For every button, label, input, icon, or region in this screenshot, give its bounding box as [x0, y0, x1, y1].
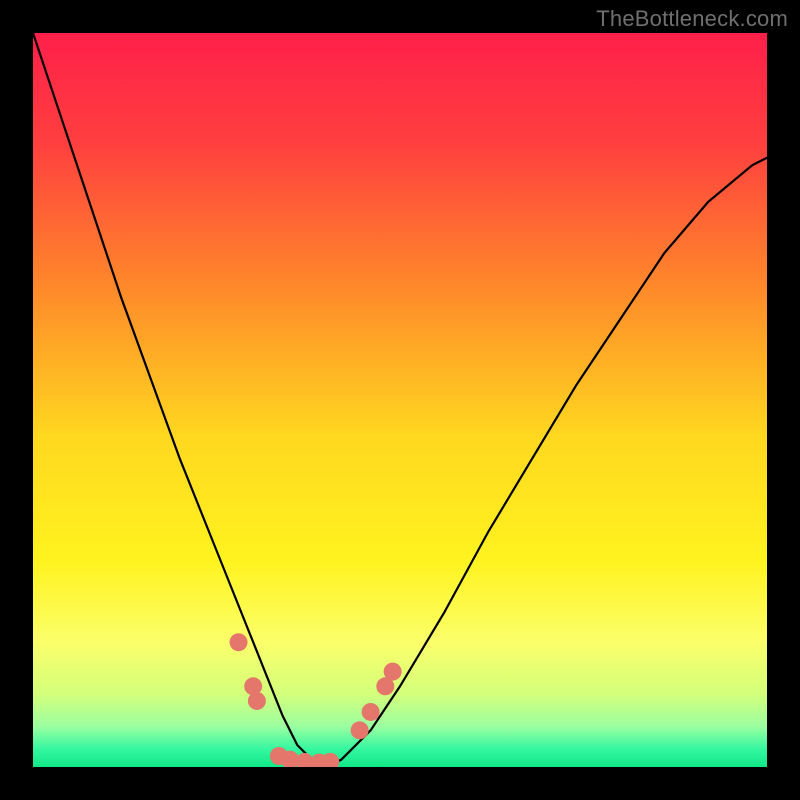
data-point	[351, 721, 369, 739]
gradient-background	[33, 33, 767, 767]
data-point	[230, 633, 248, 651]
data-point	[384, 663, 402, 681]
data-point	[248, 692, 266, 710]
data-point	[362, 703, 380, 721]
watermark-text: TheBottleneck.com	[596, 6, 788, 32]
chart-frame: TheBottleneck.com	[0, 0, 800, 800]
chart-plot	[33, 33, 767, 767]
